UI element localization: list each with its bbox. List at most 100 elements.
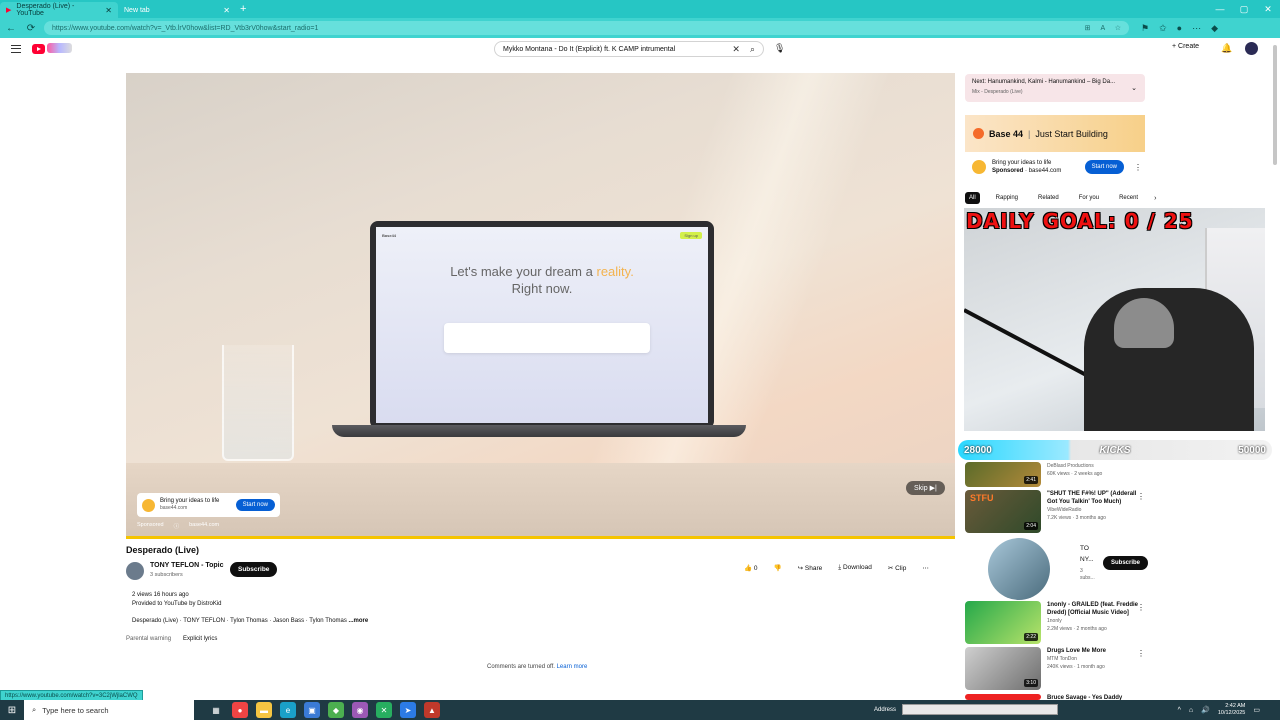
obs-icon[interactable]: ◉: [352, 702, 368, 718]
page-scrollbar[interactable]: [1273, 45, 1277, 165]
video-thumbnail[interactable]: 2:22: [965, 601, 1041, 644]
tab-new[interactable]: New tab ✕: [118, 2, 236, 18]
chrome-icon[interactable]: ●: [232, 702, 248, 718]
app-icon[interactable]: ◆: [328, 702, 344, 718]
game-app-icon[interactable]: ▲: [424, 702, 440, 718]
list-item[interactable]: STFU 2:04 "SHUT THE F#%! UP" (Adderall G…: [965, 490, 1145, 533]
ad-overlay-card[interactable]: Bring your ideas to life base44.com Star…: [137, 493, 280, 517]
parental-label: Parental warning: [126, 636, 172, 642]
clear-search-icon[interactable]: ✕: [732, 44, 740, 55]
clock[interactable]: 2:42 AM 10/12/2025: [1218, 703, 1246, 717]
search-icon[interactable]: ⌕: [750, 44, 755, 55]
list-item[interactable]: 2:41 DeBlasd Productions 60K views · 2 w…: [965, 462, 1145, 487]
list-item[interactable]: 2:22 1nonly - GRAILED (feat. Freddie Dre…: [965, 601, 1145, 644]
more-menu-icon[interactable]: ⋯: [1192, 23, 1201, 34]
more-link[interactable]: ...more: [349, 618, 369, 624]
notification-center-icon[interactable]: ▭: [1253, 706, 1260, 714]
description-box[interactable]: 2 views 16 hours ago Provided to YouTube…: [132, 591, 222, 609]
video-player[interactable]: Base44 Sign up Let's make your dream a r…: [126, 73, 955, 539]
doodle-logo[interactable]: [47, 43, 72, 53]
profile-icon[interactable]: ●: [1177, 23, 1182, 34]
sidebar-ad-row[interactable]: Bring your ideas to life Sponsored · bas…: [972, 156, 1142, 178]
chip-all[interactable]: All: [965, 192, 980, 204]
up-next-card[interactable]: Next: Hanumankind, Kalmi - Hanumankind –…: [965, 74, 1145, 102]
chevron-right-icon[interactable]: ›: [1154, 195, 1156, 202]
install-app-icon[interactable]: ⊞: [1085, 25, 1091, 32]
clip-button[interactable]: ✂ Clip: [888, 564, 906, 572]
network-icon[interactable]: ⌂: [1189, 707, 1193, 714]
more-options-icon[interactable]: ⋮: [1134, 163, 1142, 172]
next-subtitle: Mix - Desperado (Live): [972, 89, 1023, 95]
video-thumbnail[interactable]: STFU 2:04: [965, 490, 1041, 533]
store-icon[interactable]: ▣: [304, 702, 320, 718]
reload-icon[interactable]: ⟳: [24, 23, 38, 34]
volume-icon[interactable]: 🔊: [1201, 706, 1210, 714]
channel-card[interactable]: TO NY... 3 subs... Subscribe: [988, 538, 1149, 600]
like-button[interactable]: 👍 0: [744, 564, 758, 572]
address-bar[interactable]: https://www.youtube.com/watch?v=_Vtb.lrV…: [44, 21, 1129, 35]
ad-title: Bring your ideas to life: [160, 498, 220, 504]
more-options-icon[interactable]: ⋮: [1137, 649, 1145, 658]
search-input[interactable]: Mykko Montana - Do It (Explicit) ft. K C…: [494, 41, 764, 57]
more-options-icon[interactable]: ⋮: [1137, 492, 1145, 501]
menu-icon[interactable]: [11, 45, 21, 53]
edge-icon[interactable]: e: [280, 702, 296, 718]
close-tab-icon[interactable]: ✕: [105, 6, 112, 15]
sidebar-ad-banner[interactable]: Base 44 | Just Start Building: [965, 115, 1145, 152]
channel-name[interactable]: TONY TEFLON - Topic: [150, 562, 224, 569]
video-thumbnail[interactable]: 2:41: [965, 462, 1041, 487]
steam-icon[interactable]: ➤: [400, 702, 416, 718]
parental-warning: Parental warning Explicit lyrics: [126, 636, 217, 642]
channel-avatar[interactable]: [126, 562, 144, 580]
subscribe-button[interactable]: Subscribe: [1103, 556, 1149, 570]
close-tab-icon[interactable]: ✕: [223, 6, 230, 15]
chip-rapping[interactable]: Rapping: [992, 192, 1022, 204]
microphone-icon[interactable]: 🎙: [774, 43, 785, 54]
dislike-icon[interactable]: 👎: [774, 564, 782, 572]
more-options-icon[interactable]: ⋮: [1137, 603, 1145, 612]
new-tab-icon[interactable]: +: [240, 3, 246, 15]
chip-recent[interactable]: Recent: [1115, 192, 1142, 204]
download-button[interactable]: ⤓ Download: [838, 564, 872, 572]
subscribe-button[interactable]: Subscribe: [230, 562, 278, 577]
skip-ad-button[interactable]: Skip ▶|: [906, 481, 945, 495]
chevron-up-icon[interactable]: ^: [1178, 707, 1181, 714]
youtube-logo-icon[interactable]: [32, 44, 45, 54]
daily-goal-overlay: DAILY GOAL: 0 / 25: [966, 209, 1194, 233]
channel-card-avatar[interactable]: [988, 538, 1050, 600]
ad-start-button[interactable]: Start now: [235, 499, 275, 511]
create-button[interactable]: + Create: [1172, 43, 1199, 50]
extension-icon[interactable]: ⚑: [1141, 23, 1149, 34]
maximize-icon[interactable]: ▢: [1232, 0, 1256, 18]
address-input[interactable]: [902, 704, 1059, 715]
info-icon[interactable]: ⓘ: [174, 522, 180, 530]
tab-youtube[interactable]: ▶ Desperado (Live) - YouTube ✕: [0, 2, 118, 18]
advertiser-logo-icon: [142, 498, 155, 512]
more-actions-icon[interactable]: ⋯: [922, 564, 929, 572]
windows-start-icon[interactable]: ⊞: [0, 700, 24, 720]
minimize-icon[interactable]: —: [1208, 0, 1232, 18]
notifications-icon[interactable]: 🔔: [1221, 43, 1232, 54]
views-time: 2 views 16 hours ago: [132, 592, 189, 598]
list-item[interactable]: 3:10 Drugs Love Me More MTM TonDon 240K …: [965, 647, 1145, 690]
taskbar-search[interactable]: ⌕ Type here to search: [24, 700, 194, 720]
ad-progress-bar[interactable]: [126, 536, 955, 539]
chip-for-you[interactable]: For you: [1075, 192, 1103, 204]
learn-more-link[interactable]: Learn more: [557, 664, 588, 670]
chip-related[interactable]: Related: [1034, 192, 1063, 204]
ad-meta-domain[interactable]: base44.com: [189, 522, 219, 530]
video-thumbnail[interactable]: 3:10: [965, 647, 1041, 690]
share-button[interactable]: ↪ Share: [798, 564, 823, 572]
favorite-star-icon[interactable]: ☆: [1115, 25, 1121, 32]
chevron-down-icon[interactable]: ⌄: [1131, 84, 1137, 92]
xbox-icon[interactable]: ✕: [376, 702, 392, 718]
close-window-icon[interactable]: ✕: [1256, 0, 1280, 18]
ad-row-start-button[interactable]: Start now: [1084, 160, 1124, 174]
favorites-icon[interactable]: ✩: [1159, 23, 1167, 34]
task-view-icon[interactable]: ▦: [208, 702, 224, 718]
account-avatar[interactable]: [1245, 42, 1258, 55]
back-icon[interactable]: ←: [4, 23, 18, 34]
copilot-icon[interactable]: ◆: [1211, 23, 1218, 34]
read-aloud-icon[interactable]: A: [1100, 25, 1104, 32]
file-explorer-icon[interactable]: ▬: [256, 702, 272, 718]
